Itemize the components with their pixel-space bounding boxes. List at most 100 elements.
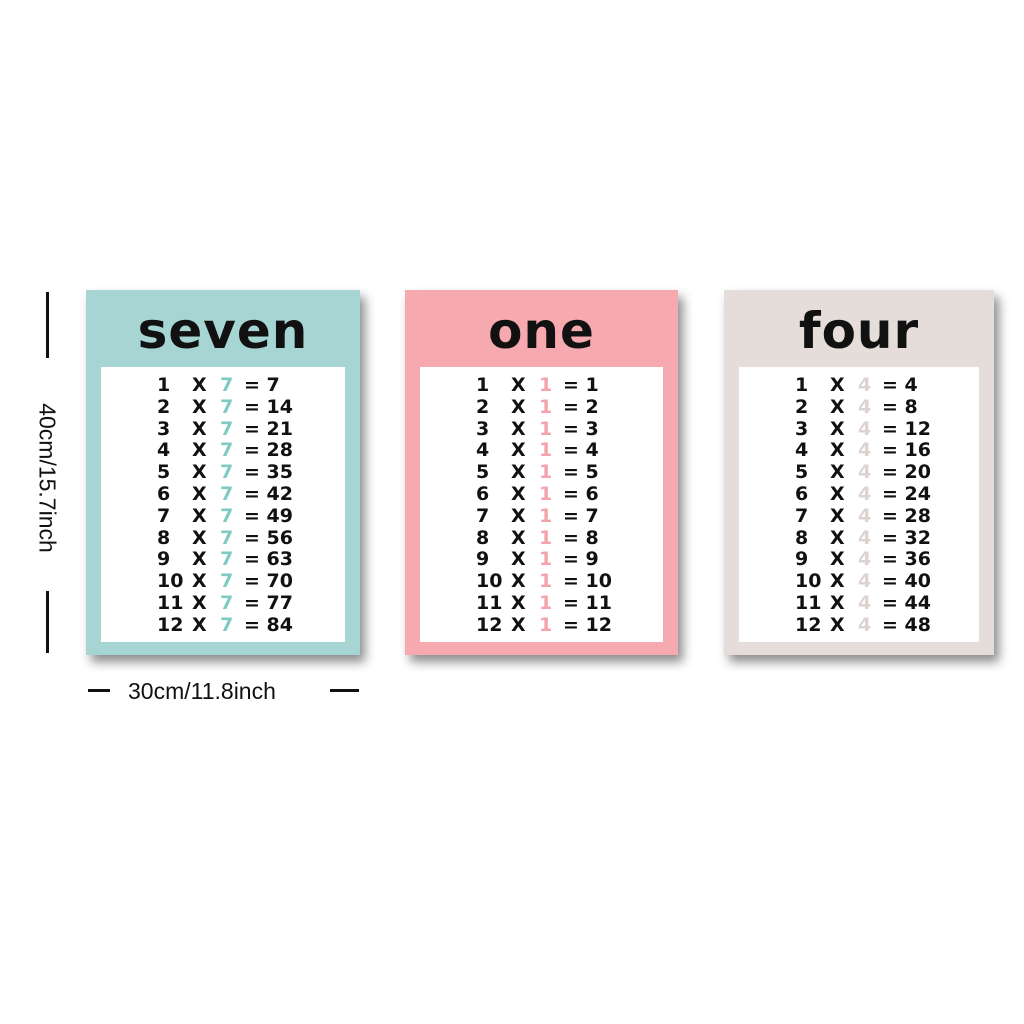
multiplier: 5	[795, 461, 809, 484]
multiplier: 2	[157, 395, 171, 418]
times-sign: X	[830, 417, 845, 440]
table-factor: 1	[539, 374, 553, 396]
multiplier: 2	[476, 395, 490, 418]
table-row: 11 X 1 = 11	[420, 591, 663, 615]
multiplier: 4	[157, 439, 171, 462]
multiplier: 4	[795, 439, 809, 462]
table-factor: 7	[220, 439, 234, 462]
table-row: 12 X 4 = 48	[739, 613, 979, 637]
multiplier: 3	[795, 417, 809, 440]
multiplier: 8	[795, 526, 809, 549]
times-sign: X	[511, 526, 526, 549]
product: = 84	[244, 613, 293, 636]
times-table-panel: 1 X 4 = 4 2 X 4 = 8 3 X 4 = 12 4 X 4 = 16 5 X 4 = 20 6 X 4 = 24…	[739, 367, 979, 642]
table-row: 7 X 7 = 49	[101, 504, 345, 528]
table-factor: 7	[220, 395, 234, 418]
product: = 20	[882, 461, 931, 484]
times-table-rows: 1 X 1 = 1 2 X 1 = 2 3 X 1 = 3 4 X 1 = 4 5 X 1 = 5 6 X 1 = 6 7 X 1 =…	[420, 374, 663, 637]
table-factor: 7	[220, 570, 234, 593]
product: = 5	[563, 461, 599, 484]
table-row: 1 X 7 = 7	[101, 374, 345, 397]
times-sign: X	[830, 374, 845, 396]
times-sign: X	[192, 395, 207, 418]
table-row: 1 X 1 = 1	[420, 374, 663, 397]
multiplier: 11	[476, 591, 503, 614]
table-row: 3 X 1 = 3	[420, 418, 663, 441]
times-sign: X	[511, 482, 526, 505]
table-factor: 4	[858, 439, 872, 462]
multiplier: 5	[157, 461, 171, 484]
table-row: 11 X 4 = 44	[739, 591, 979, 615]
table-row: 4 X 1 = 4	[420, 440, 663, 462]
multiplier: 10	[795, 570, 822, 593]
table-row: 3 X 4 = 12	[739, 417, 979, 441]
table-row: 8 X 7 = 56	[101, 526, 345, 550]
multiplier: 7	[476, 504, 490, 527]
table-row: 12 X 7 = 84	[101, 613, 345, 637]
table-row: 8 X 4 = 32	[739, 526, 979, 550]
times-sign: X	[192, 504, 207, 527]
table-factor: 7	[220, 504, 234, 527]
product: = 36	[882, 548, 931, 571]
table-row: 7 X 1 = 7	[420, 504, 663, 528]
product: = 40	[882, 570, 931, 593]
product: = 77	[244, 591, 293, 614]
product: = 9	[563, 548, 599, 571]
width-dimension-label: 30cm/11.8inch	[128, 678, 276, 704]
times-sign: X	[511, 461, 526, 484]
table-factor: 4	[858, 570, 872, 593]
table-row: 9 X 7 = 63	[101, 549, 345, 571]
table-row: 4 X 7 = 28	[101, 440, 345, 462]
times-sign: X	[192, 439, 207, 462]
times-sign: X	[830, 570, 845, 593]
product: = 24	[882, 482, 931, 505]
table-factor: 4	[858, 374, 872, 396]
product: = 70	[244, 570, 293, 593]
table-row: 1 X 4 = 4	[739, 374, 979, 397]
product: = 28	[882, 504, 931, 527]
times-sign: X	[830, 591, 845, 614]
multiplier: 6	[795, 482, 809, 505]
poster-title: four	[798, 302, 920, 360]
height-dimension-line-bottom	[46, 591, 49, 653]
product: = 35	[244, 461, 293, 484]
table-factor: 7	[220, 482, 234, 505]
times-sign: X	[192, 613, 207, 636]
product: = 12	[882, 417, 931, 440]
product: = 10	[563, 570, 612, 593]
times-sign: X	[511, 613, 526, 636]
table-row: 10 X 4 = 40	[739, 570, 979, 593]
product: = 21	[244, 417, 293, 440]
multiplier: 7	[795, 504, 809, 527]
table-factor: 1	[539, 570, 553, 593]
table-factor: 7	[220, 548, 234, 571]
times-table-rows: 1 X 4 = 4 2 X 4 = 8 3 X 4 = 12 4 X 4 = 16 5 X 4 = 20 6 X 4 = 24…	[739, 374, 979, 637]
product: = 42	[244, 482, 293, 505]
multiplier: 5	[476, 461, 490, 484]
times-sign: X	[511, 439, 526, 462]
table-row: 4 X 4 = 16	[739, 440, 979, 462]
times-sign: X	[192, 548, 207, 571]
poster-four: four 1 X 4 = 4 2 X 4 = 8 3 X 4 = 12 4 X 4 = 16 5 X 4 = 20 6 X…	[724, 290, 994, 655]
multiplier: 7	[157, 504, 171, 527]
multiplier: 9	[157, 548, 171, 571]
product: = 1	[563, 374, 599, 396]
times-sign: X	[511, 570, 526, 593]
table-row: 6 X 1 = 6	[420, 482, 663, 506]
times-sign: X	[830, 613, 845, 636]
multiplier: 11	[795, 591, 822, 614]
table-factor: 4	[858, 504, 872, 527]
table-row: 2 X 7 = 14	[101, 395, 345, 419]
product: = 56	[244, 526, 293, 549]
table-row: 2 X 4 = 8	[739, 396, 979, 419]
poster-title: seven	[137, 302, 309, 360]
table-row: 8 X 1 = 8	[420, 526, 663, 550]
multiplier: 11	[157, 591, 184, 614]
times-sign: X	[830, 439, 845, 462]
times-sign: X	[192, 417, 207, 440]
times-table-panel: 1 X 7 = 7 2 X 7 = 14 3 X 7 = 21 4 X 7 = 28 5 X 7 = 35 6 X 7 = 4…	[101, 367, 345, 642]
table-row: 6 X 4 = 24	[739, 482, 979, 506]
table-factor: 7	[220, 417, 234, 440]
multiplier: 10	[476, 570, 503, 593]
product: = 2	[563, 395, 599, 418]
